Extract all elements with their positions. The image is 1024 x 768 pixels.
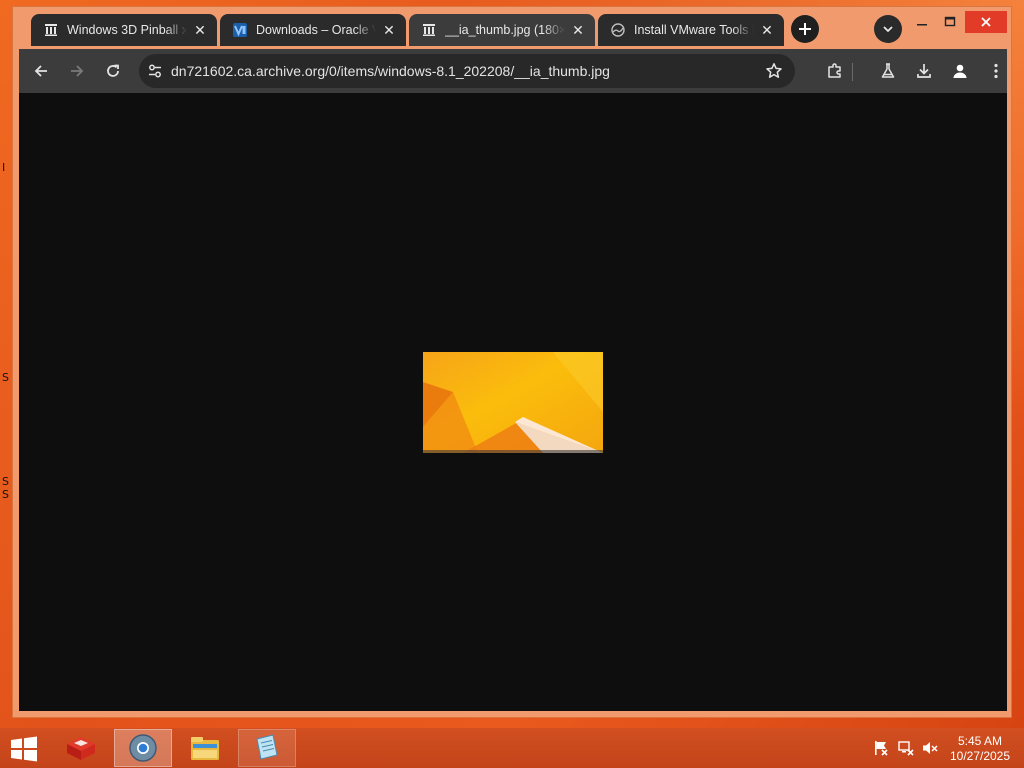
menu-button[interactable]	[984, 59, 1008, 83]
taskbar-app-notepad[interactable]	[238, 729, 296, 767]
app-red-box-icon	[67, 737, 95, 760]
image-thumbnail[interactable]	[423, 352, 603, 453]
action-center-flag-icon[interactable]	[873, 740, 889, 756]
menu-kebab-icon	[994, 63, 998, 79]
profile-icon	[953, 64, 967, 78]
downloads-button[interactable]	[912, 59, 936, 83]
file-explorer-icon	[191, 737, 219, 760]
site-info-icon[interactable]	[146, 62, 164, 80]
tab-title: Downloads – Oracle Vi	[256, 23, 376, 37]
desktop-edge-glyph: S	[2, 475, 9, 488]
system-clock[interactable]: 5:45 AM 10/27/2025	[946, 734, 1014, 764]
close-tab-icon[interactable]: ✕	[758, 21, 776, 39]
tab-title: Install VMware Tools in	[634, 23, 754, 37]
minimize-button[interactable]	[913, 11, 931, 33]
tab-windows-3d-pinball[interactable]: Windows 3D Pinball x6 ✕	[31, 14, 217, 46]
extensions-button[interactable]	[823, 59, 847, 83]
maximize-icon	[944, 16, 956, 27]
tab-downloads-oracle-virtualbox[interactable]: Downloads – Oracle Vi ✕	[220, 14, 406, 46]
tab-strip: Windows 3D Pinball x6 ✕ Downloads – Orac…	[13, 7, 1011, 49]
minimize-icon	[917, 24, 927, 26]
volume-muted-icon[interactable]	[922, 740, 938, 756]
virtualbox-icon	[232, 22, 248, 38]
close-tab-icon[interactable]: ✕	[380, 21, 398, 39]
browser-toolbar: dn721602.ca.archive.org/0/items/windows-…	[19, 49, 1007, 93]
chevron-down-icon	[883, 26, 893, 33]
taskbar-app-chrome[interactable]	[114, 729, 172, 767]
windows-logo-icon	[11, 736, 37, 762]
close-tab-icon[interactable]: ✕	[569, 21, 587, 39]
wallpaper-thumbnail-image	[423, 352, 603, 453]
reload-button[interactable]	[101, 59, 125, 83]
labs-button[interactable]	[876, 59, 900, 83]
taskbar: 5:45 AM 10/27/2025	[0, 728, 1024, 768]
close-tab-icon[interactable]: ✕	[191, 21, 209, 39]
tab-title: Windows 3D Pinball x6	[67, 23, 187, 37]
address-bar[interactable]: dn721602.ca.archive.org/0/items/windows-…	[139, 54, 795, 88]
tab-title: __ia_thumb.jpg (180×1	[445, 23, 565, 37]
plus-icon	[799, 23, 811, 35]
chrome-icon	[129, 734, 157, 762]
tab-search-button[interactable]	[874, 15, 902, 43]
back-icon	[34, 65, 47, 77]
url-text: dn721602.ca.archive.org/0/items/windows-…	[171, 63, 610, 79]
archive-icon	[421, 22, 437, 38]
desktop-edge-glyph: I	[2, 161, 6, 174]
reload-icon	[107, 64, 119, 77]
notepad-icon	[256, 734, 278, 760]
tab-install-vmware-tools[interactable]: Install VMware Tools in ✕	[598, 14, 784, 46]
maximize-button[interactable]	[941, 11, 959, 33]
extensions-icon	[828, 63, 841, 78]
taskbar-app-file-explorer[interactable]	[176, 729, 234, 767]
profile-button[interactable]	[948, 59, 972, 83]
clock-date: 10/27/2025	[949, 749, 1011, 763]
new-tab-button[interactable]	[791, 15, 819, 43]
tab-ia-thumb[interactable]: __ia_thumb.jpg (180×1 ✕	[409, 14, 595, 46]
bookmark-star-icon[interactable]	[765, 62, 783, 80]
network-icon[interactable]	[898, 740, 914, 756]
close-icon	[981, 17, 991, 27]
browser-window: Windows 3D Pinball x6 ✕ Downloads – Orac…	[12, 6, 1012, 718]
taskbar-app-red-box[interactable]	[52, 729, 110, 767]
archive-icon	[43, 22, 59, 38]
clock-time: 5:45 AM	[957, 734, 1003, 748]
page-viewport	[19, 93, 1007, 711]
close-window-button[interactable]	[965, 11, 1007, 33]
back-button[interactable]	[29, 59, 53, 83]
desktop-edge-glyph: S	[2, 488, 9, 501]
download-icon	[917, 64, 931, 78]
toolbar-separator	[852, 63, 853, 81]
forward-icon	[71, 65, 84, 77]
labs-flask-icon	[881, 63, 895, 78]
desktop-edge-glyph: S	[2, 371, 9, 384]
forward-button[interactable]	[65, 59, 89, 83]
start-button[interactable]	[10, 736, 38, 762]
globe-icon	[610, 22, 626, 38]
